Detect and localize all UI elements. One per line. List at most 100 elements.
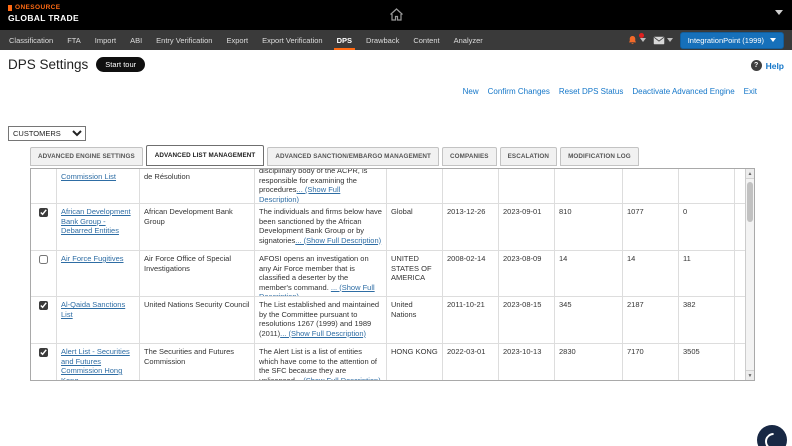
user-account-button[interactable]: IntegrationPoint (1999): [680, 32, 784, 49]
count-cell: [555, 169, 623, 203]
list-description-cell: AFOSI opens an investigation on any Air …: [255, 251, 387, 296]
count-cell: 0: [679, 204, 735, 250]
nav-item-fta[interactable]: FTA: [60, 30, 88, 50]
count-cell: 7170: [623, 344, 679, 380]
region-cell: Global: [387, 204, 443, 250]
action-confirm-changes[interactable]: Confirm Changes: [488, 87, 550, 96]
row-checkbox[interactable]: [39, 208, 48, 217]
advanced-lists-table: Commission List de Résolution disciplina…: [30, 168, 755, 381]
page-title: DPS Settings: [8, 57, 88, 72]
count-cell: [679, 169, 735, 203]
nav-item-analyzer[interactable]: Analyzer: [447, 30, 490, 50]
tab-companies[interactable]: COMPANIES: [442, 147, 497, 166]
nav-item-dps[interactable]: DPS: [330, 30, 359, 50]
row-checkbox[interactable]: [39, 301, 48, 310]
show-full-description-link[interactable]: ... (Show Full Description): [295, 376, 381, 381]
list-name-link[interactable]: Air Force Fugitives: [61, 254, 124, 263]
tab-advanced-list-management[interactable]: ADVANCED LIST MANAGEMENT: [146, 145, 265, 166]
nav-item-classification[interactable]: Classification: [2, 30, 60, 50]
tab-modification-log[interactable]: MODIFICATION LOG: [560, 147, 639, 166]
row-checkbox[interactable]: [39, 255, 48, 264]
region-cell: HONG KONG: [387, 344, 443, 380]
list-name-link[interactable]: African Development Bank Group - Debarre…: [61, 207, 131, 235]
list-source-cell: African Development Bank Group: [140, 204, 255, 250]
show-full-description-link[interactable]: ... (Show Full Description): [295, 236, 381, 245]
list-description-cell: disciplinary body of the ACPR, is respon…: [255, 169, 387, 203]
action-deactivate-advanced-engine[interactable]: Deactivate Advanced Engine: [632, 87, 734, 96]
nav-item-entry-verification[interactable]: Entry Verification: [149, 30, 219, 50]
notification-badge: [639, 33, 644, 38]
nav-item-abi[interactable]: ABI: [123, 30, 149, 50]
row-checkbox[interactable]: [39, 348, 48, 357]
main-nav: Classification FTA Import ABI Entry Veri…: [0, 30, 792, 50]
count-cell: 345: [555, 297, 623, 343]
help-label: Help: [766, 61, 784, 71]
show-full-description-link[interactable]: ... (Show Full Description): [280, 329, 366, 338]
table-row: Alert List - Securities and Futures Comm…: [31, 344, 745, 380]
table-row: African Development Bank Group - Debarre…: [31, 204, 745, 251]
table-body: Commission List de Résolution disciplina…: [31, 169, 745, 380]
home-icon[interactable]: [388, 6, 405, 23]
region-cell: United Nations: [387, 297, 443, 343]
tab-advanced-engine-settings[interactable]: ADVANCED ENGINE SETTINGS: [30, 147, 143, 166]
topbar-menu-caret-icon[interactable]: [775, 10, 783, 15]
brand-mark-icon: [8, 5, 12, 11]
scrollbar-thumb[interactable]: [747, 182, 753, 222]
count-cell: 382: [679, 297, 735, 343]
help-question-icon: [751, 60, 762, 71]
action-exit[interactable]: Exit: [744, 87, 757, 96]
brand-logo: ONESOURCE GLOBAL TRADE: [8, 5, 79, 22]
action-reset-dps-status[interactable]: Reset DPS Status: [559, 87, 623, 96]
scroll-down-arrow-icon[interactable]: [746, 370, 754, 380]
brand-line1: ONESOURCE: [15, 5, 61, 12]
empty-cell: [735, 297, 745, 343]
nav-item-content[interactable]: Content: [406, 30, 446, 50]
empty-cell: [735, 204, 745, 250]
start-tour-button[interactable]: Start tour: [96, 57, 145, 72]
tab-escalation[interactable]: ESCALATION: [500, 147, 557, 166]
customers-select[interactable]: CUSTOMERS: [8, 126, 86, 141]
nav-item-drawback[interactable]: Drawback: [359, 30, 406, 50]
list-description-cell: The Alert List is a list of entities whi…: [255, 344, 387, 380]
scroll-up-arrow-icon[interactable]: [746, 169, 754, 179]
count-cell: 1077: [623, 204, 679, 250]
date-listed-cell: 2008-02-14: [443, 251, 499, 296]
region-cell: UNITED STATES OF AMERICA: [387, 251, 443, 296]
count-cell: 14: [555, 251, 623, 296]
action-new[interactable]: New: [463, 87, 479, 96]
table-vertical-scrollbar[interactable]: [745, 169, 754, 380]
user-caret-icon: [770, 38, 776, 42]
date-updated-cell: 2023-09-01: [499, 204, 555, 250]
table-row: Commission List de Résolution disciplina…: [31, 169, 745, 204]
region-cell: [387, 169, 443, 203]
nav-item-export[interactable]: Export: [219, 30, 255, 50]
nav-item-export-verification[interactable]: Export Verification: [255, 30, 329, 50]
nav-item-import[interactable]: Import: [88, 30, 123, 50]
list-source-cell: The Securities and Futures Commission: [140, 344, 255, 380]
user-account-label: IntegrationPoint (1999): [688, 36, 764, 45]
row-checkbox-cell: [31, 169, 57, 203]
bell-caret-icon: [640, 38, 646, 42]
list-name-link[interactable]: Alert List - Securities and Futures Comm…: [61, 347, 130, 380]
notifications-bell-icon[interactable]: [627, 35, 646, 46]
action-links: New Confirm Changes Reset DPS Status Dea…: [463, 87, 757, 96]
date-updated-cell: 2023-10-13: [499, 344, 555, 380]
messages-envelope-icon[interactable]: [653, 36, 673, 45]
count-cell: 810: [555, 204, 623, 250]
empty-cell: [735, 344, 745, 380]
table-row: Al-Qaida Sanctions List United Nations S…: [31, 297, 745, 344]
date-listed-cell: 2013-12-26: [443, 204, 499, 250]
help-link[interactable]: Help: [751, 60, 784, 71]
mail-caret-icon: [667, 38, 673, 42]
list-name-link[interactable]: Al-Qaida Sanctions List: [61, 300, 125, 319]
top-bar: ONESOURCE GLOBAL TRADE: [0, 0, 792, 30]
feedback-widget-button[interactable]: [757, 425, 787, 446]
table-row: Air Force Fugitives Air Force Office of …: [31, 251, 745, 297]
dps-settings-screen: ONESOURCE GLOBAL TRADE Classification FT…: [0, 0, 792, 446]
nav-items: Classification FTA Import ABI Entry Veri…: [0, 30, 490, 50]
date-listed-cell: 2011-10-21: [443, 297, 499, 343]
list-name-link[interactable]: Commission List: [61, 172, 116, 181]
tab-advanced-sanction-embargo-management[interactable]: ADVANCED SANCTION/EMBARGO MANAGEMENT: [267, 147, 439, 166]
count-cell: 3505: [679, 344, 735, 380]
brand-line2: GLOBAL TRADE: [8, 14, 79, 23]
